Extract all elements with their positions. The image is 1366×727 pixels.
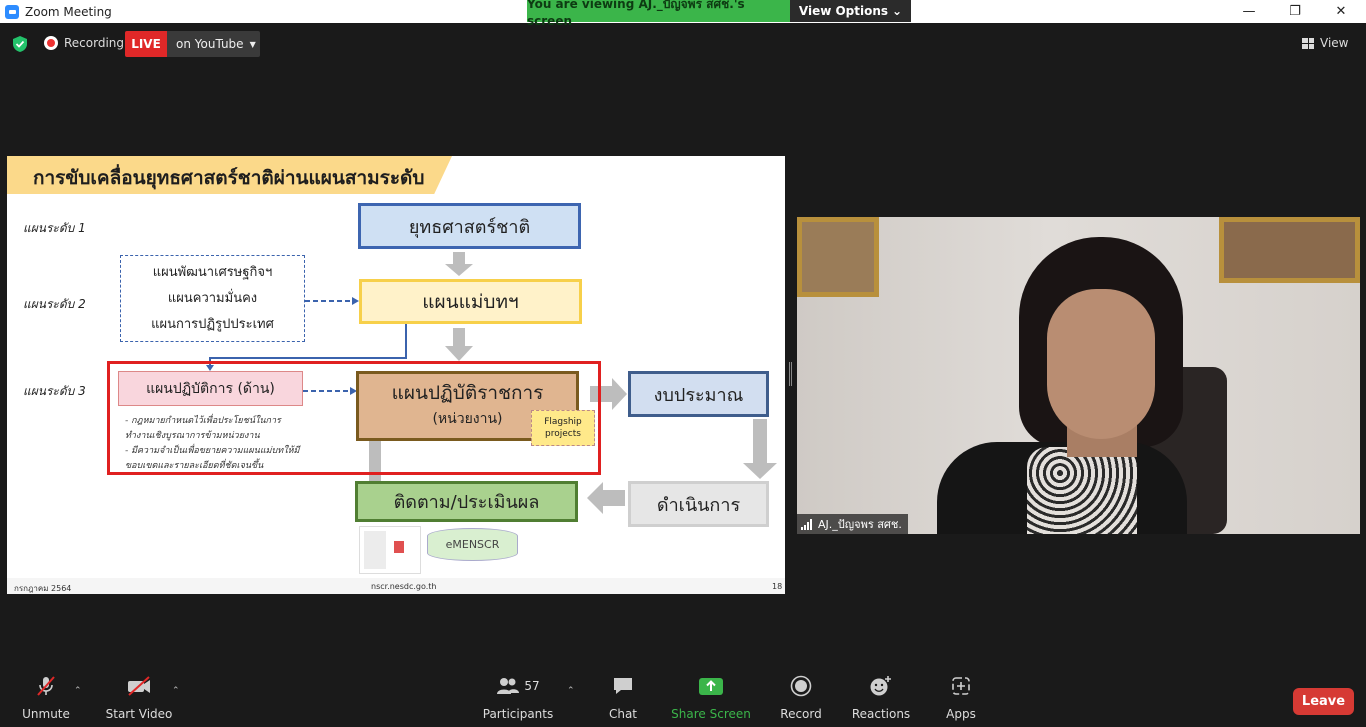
viewing-screen-banner: You are viewing AJ._ปัญจพร สศช.'s screen: [527, 0, 790, 28]
note-line: - มีความจำเป็นเพื่อขยายความแผนแม่บทให้มี: [125, 446, 300, 456]
gallery-view-icon: [1302, 37, 1314, 49]
minimize-icon[interactable]: —: [1226, 0, 1272, 23]
video-off-icon: [125, 672, 153, 700]
monitor-evaluate-box: ติดตาม/ประเมินผล: [355, 481, 578, 522]
flagship-projects-note: Flagship projects: [531, 410, 595, 446]
emenscr-database: eMENSCR: [427, 528, 518, 561]
participants-options-caret[interactable]: ⌃: [567, 686, 575, 696]
live-target-label: on YouTube: [176, 37, 244, 51]
participant-name-tag: AJ._ปัญจพร สศช.: [797, 514, 908, 534]
chat-button[interactable]: Chat: [605, 672, 641, 721]
action-plan-notes: - กฎหมายกำหนดไว้เพื่อประโยชน์ในการ ทำงาน…: [125, 414, 299, 474]
view-options-label: View Options: [798, 4, 889, 18]
caret-down-icon: ▼: [249, 39, 256, 49]
note-line: ทำงานเชิงบูรณาการข้ามหน่วยงาน: [125, 431, 260, 441]
apps-icon: [950, 672, 972, 700]
recording-label: Recording: [64, 36, 125, 50]
audio-options-caret[interactable]: ⌃: [74, 686, 82, 696]
budget-box: งบประมาณ: [628, 371, 769, 417]
wall-picture-frame: [1219, 217, 1360, 283]
national-strategy-box: ยุทธศาสตร์ชาติ: [358, 203, 581, 249]
live-target-dropdown[interactable]: on YouTube ▼: [167, 31, 260, 57]
plan-security: แผนความมั่นคง: [167, 290, 258, 306]
participants-label: Participants: [482, 707, 554, 721]
view-button[interactable]: View: [1302, 33, 1348, 53]
maximize-icon[interactable]: ❐: [1272, 0, 1318, 23]
mic-muted-icon: [34, 672, 58, 700]
participant-name: AJ._ปัญจพร สศช.: [818, 518, 902, 531]
slide-page-number: 18: [772, 582, 783, 591]
meeting-toolbar: Unmute ⌃ Start Video ⌃ 57 Participants ⌃…: [0, 672, 1366, 727]
other-plans-box: แผนพัฒนาเศรษฐกิจฯ แผนความมั่นคง แผนการปฏ…: [120, 255, 305, 342]
share-screen-button[interactable]: Share Screen: [671, 672, 751, 721]
share-screen-label: Share Screen: [671, 707, 751, 721]
signal-strength-icon: [801, 518, 812, 530]
unmute-button[interactable]: Unmute: [22, 672, 70, 721]
share-screen-icon: [698, 672, 724, 700]
slide-date: กรกฎาคม 2564: [14, 584, 72, 593]
master-plan-box: แผนแม่บทฯ: [359, 279, 582, 324]
participants-count: 57: [524, 679, 540, 693]
participant-video-tile[interactable]: AJ._ปัญจพร สศช.: [797, 217, 1360, 534]
participants-button[interactable]: 57 Participants: [483, 672, 553, 721]
slide-url: nscr.nesdc.go.th: [371, 582, 437, 591]
participant-scarf: [1027, 447, 1137, 534]
apps-label: Apps: [946, 707, 976, 721]
wall-picture-frame: [797, 217, 879, 297]
view-options-button[interactable]: View Options ⌄: [790, 0, 911, 22]
window-title: Zoom Meeting: [25, 4, 112, 19]
execute-box: ดำเนินการ: [628, 481, 769, 527]
action-plan-box: แผนปฏิบัติการ (ด้าน): [118, 371, 303, 406]
zoom-window: Zoom Meeting — ❐ ✕ You are viewing AJ._ป…: [0, 0, 1366, 727]
panel-splitter-handle[interactable]: [789, 362, 792, 386]
reactions-emoji-icon: [869, 672, 893, 700]
view-label: View: [1320, 36, 1349, 50]
plan-economic: แผนพัฒนาเศรษฐกิจฯ: [152, 264, 273, 280]
start-video-button[interactable]: Start Video: [105, 672, 173, 721]
zoom-app-icon: [5, 4, 19, 19]
reactions-label: Reactions: [851, 707, 911, 721]
record-dot-icon: [44, 36, 58, 50]
record-button[interactable]: Record: [780, 672, 822, 721]
participant-face: [1047, 289, 1155, 439]
slide-footer: กรกฎาคม 2564 nscr.nesdc.go.th 18: [7, 578, 785, 594]
chat-icon: [612, 672, 634, 700]
reactions-button[interactable]: Reactions: [851, 672, 911, 721]
note-line: ขอบเขตและรายละเอียดที่ชัดเจนขึ้น: [125, 461, 264, 471]
close-icon[interactable]: ✕: [1318, 0, 1364, 23]
leave-button[interactable]: Leave: [1293, 688, 1354, 715]
unmute-label: Unmute: [22, 707, 70, 721]
apps-button[interactable]: Apps: [944, 672, 978, 721]
video-options-caret[interactable]: ⌃: [172, 686, 180, 696]
note-line: - กฎหมายกำหนดไว้เพื่อประโยชน์ในการ: [125, 416, 281, 426]
shared-screen-slide: การขับเคลื่อนยุทธศาสตร์ชาติผ่านแผนสามระด…: [7, 156, 785, 594]
plan-reform: แผนการปฏิรูปประเทศ: [151, 316, 274, 332]
participants-icon: 57: [496, 672, 540, 700]
gov-plan-subtitle: (หน่วยงาน): [432, 411, 503, 427]
gov-plan-title: แผนปฏิบัติราชการ: [391, 382, 544, 404]
live-badge: LIVE: [125, 31, 167, 57]
start-video-label: Start Video: [105, 707, 173, 721]
recording-indicator[interactable]: Recording: [44, 36, 124, 50]
system-screenshot-thumbnail: [359, 526, 421, 574]
chat-label: Chat: [608, 707, 638, 721]
record-label: Record: [780, 707, 822, 721]
security-shield-icon[interactable]: [12, 35, 28, 53]
chevron-down-icon: ⌄: [892, 4, 903, 18]
record-icon: [790, 672, 812, 700]
